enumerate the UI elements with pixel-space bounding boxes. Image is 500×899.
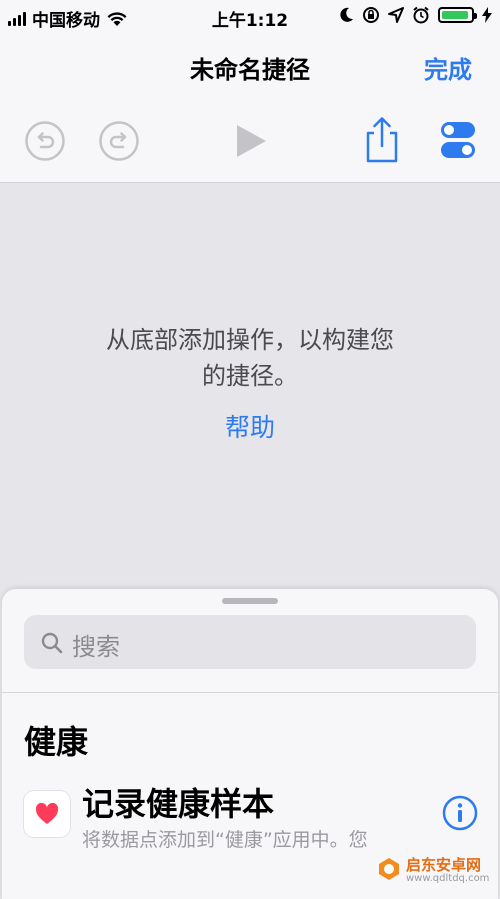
status-bar: 中国移动 上午1:12	[0, 0, 500, 34]
empty-state-line-1: 从底部添加操作，以构建您	[106, 326, 394, 354]
redo-icon[interactable]	[98, 120, 140, 162]
search-icon	[41, 632, 63, 654]
battery-icon	[438, 7, 477, 23]
play-icon[interactable]	[230, 120, 272, 162]
empty-state-line-2: 的捷径。	[202, 362, 298, 390]
editor-toolbar	[0, 98, 500, 183]
watermark-logo-icon	[379, 858, 399, 880]
settings-toggle-icon[interactable]	[440, 120, 476, 160]
section-title-health: 健康	[24, 723, 89, 761]
done-button[interactable]: 完成	[424, 50, 472, 85]
action-title: 记录健康样本	[82, 785, 275, 823]
orientation-lock-icon	[363, 7, 379, 23]
share-icon[interactable]	[362, 116, 402, 164]
alarm-icon	[413, 6, 429, 24]
status-right	[340, 6, 492, 24]
info-icon[interactable]	[442, 795, 478, 831]
sheet-grabber[interactable]	[222, 598, 278, 604]
moon-icon	[340, 7, 353, 22]
watermark-url: www.qdltdq.com	[406, 873, 490, 884]
watermark-name: 启东安卓网	[406, 856, 482, 874]
search-input[interactable]: 搜索	[24, 615, 476, 669]
heart-icon	[35, 803, 59, 824]
search-placeholder: 搜索	[72, 633, 120, 661]
location-icon	[388, 7, 404, 23]
watermark: 启东安卓网 www.qdltdq.com	[374, 850, 500, 888]
health-app-icon	[24, 791, 70, 837]
undo-icon[interactable]	[24, 120, 66, 162]
nav-bar: 未命名捷径 完成	[0, 34, 500, 98]
empty-state-message: 从底部添加操作，以构建您 的捷径。	[60, 322, 440, 394]
action-subtitle: 将数据点添加到“健康”应用中。您	[82, 829, 368, 851]
charging-icon	[482, 7, 492, 23]
help-link[interactable]: 帮助	[0, 408, 500, 444]
divider	[2, 692, 498, 693]
